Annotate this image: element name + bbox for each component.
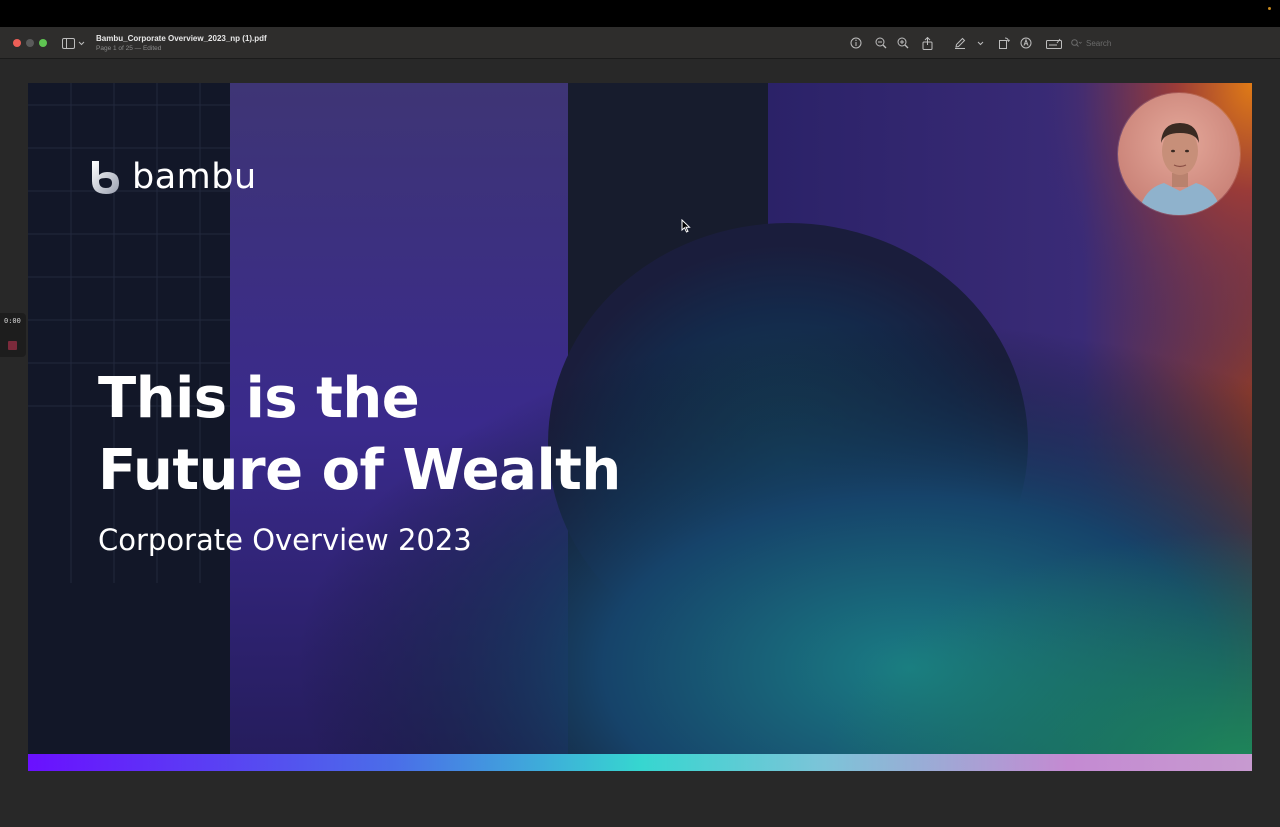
title-bar: Bambu_Corporate Overview_2023_np (1).pdf…	[0, 27, 1280, 59]
document-subtitle: Page 1 of 25 — Edited	[96, 45, 162, 52]
preview-window: Bambu_Corporate Overview_2023_np (1).pdf…	[0, 27, 1280, 827]
recording-timer: 0:00	[4, 317, 21, 325]
presenter-webcam-avatar	[1117, 92, 1241, 216]
bambu-logo-mark-icon	[92, 161, 119, 194]
search-field[interactable]: Search	[1071, 36, 1201, 51]
zoom-out-icon[interactable]	[874, 36, 888, 50]
markup-menu-chevron-icon[interactable]	[975, 36, 985, 50]
annotate-icon[interactable]	[1019, 36, 1033, 50]
minimize-window-button[interactable]	[26, 39, 34, 47]
status-dot	[1268, 7, 1271, 10]
rotate-icon[interactable]	[997, 36, 1011, 50]
zoom-in-icon[interactable]	[896, 36, 910, 50]
logo-wordmark: bambu	[132, 157, 257, 197]
mouse-cursor-icon	[681, 219, 691, 233]
close-window-button[interactable]	[13, 39, 21, 47]
sidebar-icon	[62, 37, 75, 49]
menu-bar	[0, 0, 1280, 27]
headline-line-2: Future of Wealth	[98, 438, 621, 503]
bambu-logo: bambu	[88, 157, 257, 197]
search-icon	[1071, 39, 1082, 47]
slide-headline: This is the Future of Wealth	[98, 363, 621, 507]
brand-gradient-bar	[28, 754, 1252, 771]
document-title: Bambu_Corporate Overview_2023_np (1).pdf	[96, 34, 267, 43]
form-fill-icon[interactable]	[1045, 36, 1063, 50]
chevron-down-icon	[78, 41, 85, 45]
search-placeholder: Search	[1086, 39, 1112, 48]
info-icon[interactable]	[849, 36, 863, 50]
sidebar-toggle-button[interactable]	[62, 36, 87, 50]
pdf-page-slide: bambu This is the Future of Wealth Corpo…	[28, 83, 1252, 771]
stop-recording-button[interactable]	[8, 341, 17, 350]
markup-pen-icon[interactable]	[953, 36, 967, 50]
slide-subheading: Corporate Overview 2023	[98, 523, 472, 557]
maximize-window-button[interactable]	[39, 39, 47, 47]
share-icon[interactable]	[920, 36, 934, 50]
recording-widget: 0:00	[0, 313, 26, 357]
headline-line-1: This is the	[98, 366, 420, 431]
